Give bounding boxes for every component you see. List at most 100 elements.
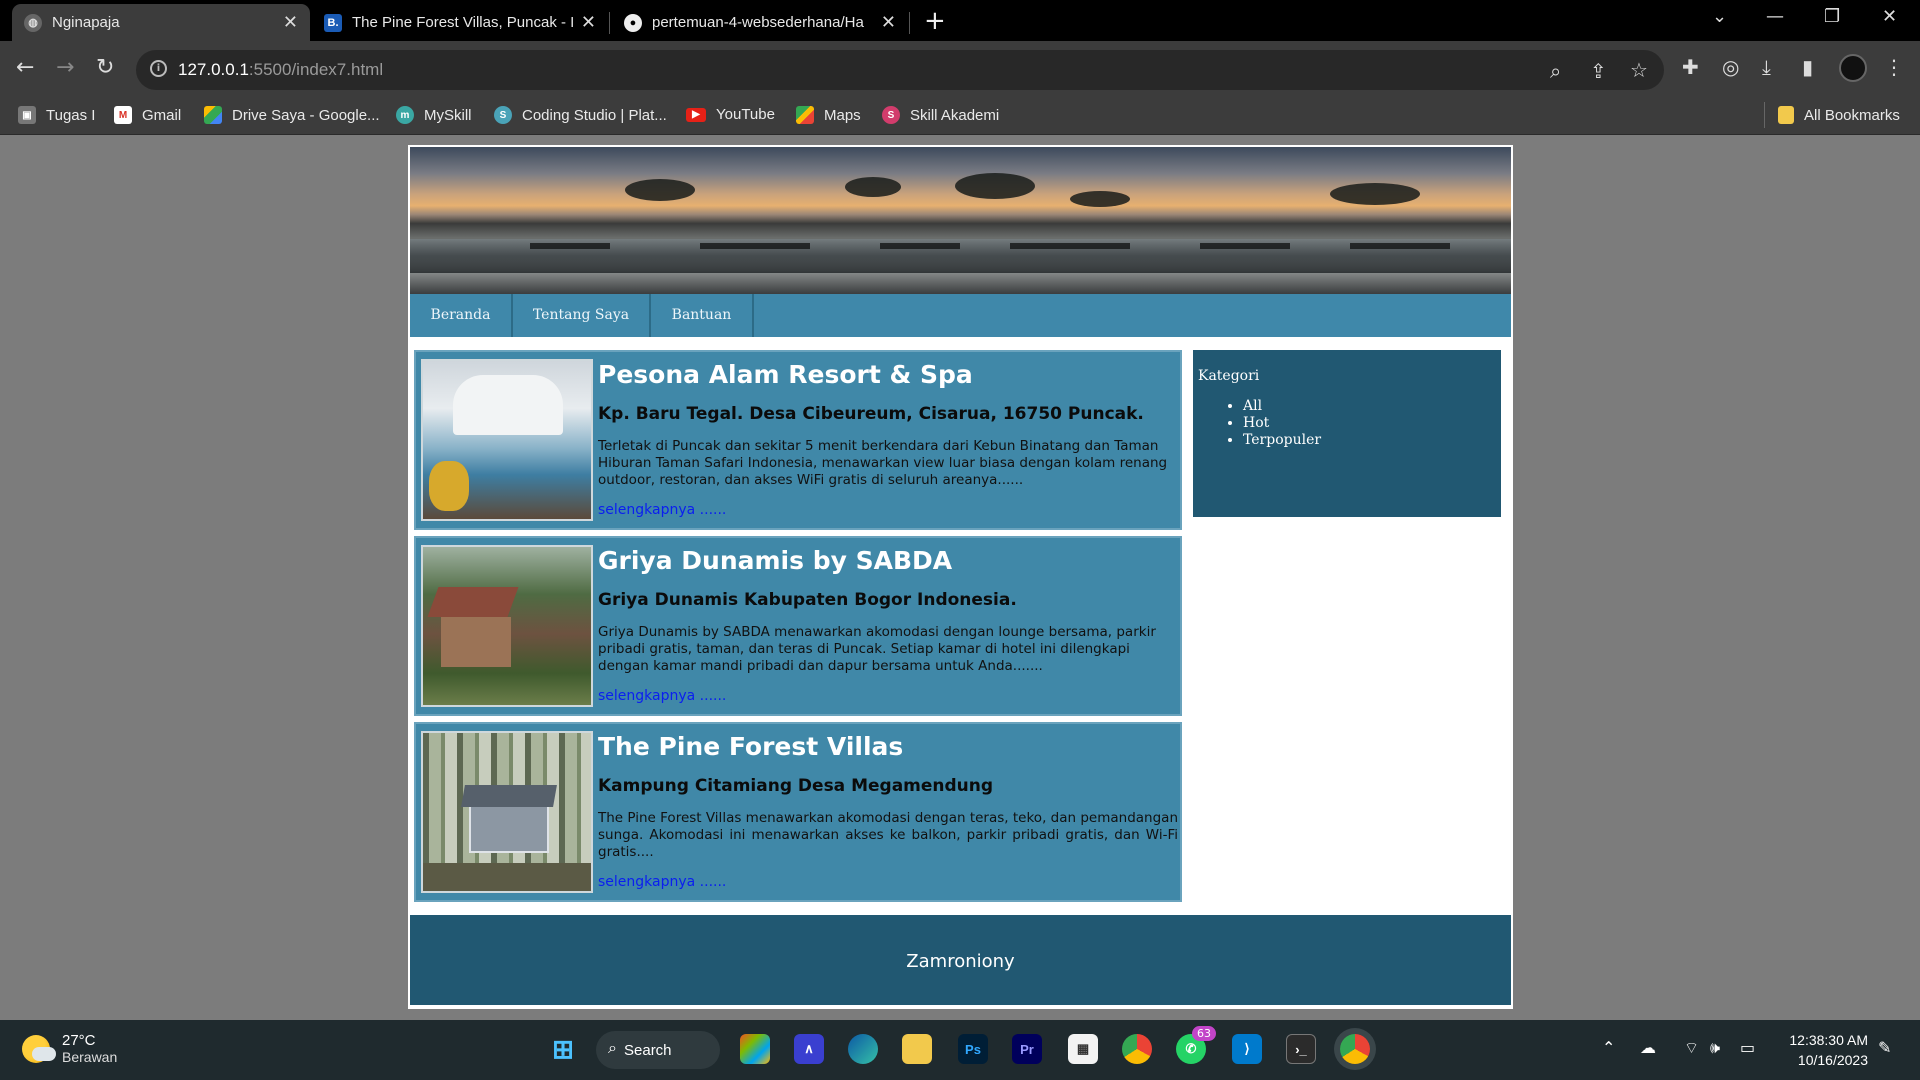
person-icon: ▣ [18, 106, 36, 124]
listing-description: Griya Dunamis by SABDA menawarkan akomod… [598, 624, 1156, 674]
wifi-icon[interactable]: ⌔ [1684, 1038, 1699, 1058]
url-text[interactable]: 127.0.0.1:5500/index7.html [178, 60, 383, 80]
tab-divider [609, 12, 610, 34]
download-icon[interactable]: ⤓ [1762, 55, 1771, 79]
bookmarks-divider [1764, 102, 1765, 128]
listing-address: Kampung Citamiang Desa Megamendung [598, 776, 994, 796]
extensions-icon[interactable]: ✚ [1682, 55, 1699, 79]
onedrive-icon[interactable]: ☁ [1640, 1038, 1656, 1057]
bookmark-drive[interactable]: Drive Saya - Google... [204, 106, 380, 124]
menu-kebab-icon[interactable]: ⋮ [1884, 55, 1904, 79]
side-panel-icon[interactable]: ▮ [1802, 55, 1813, 79]
bookmark-maps[interactable]: Maps [796, 106, 861, 124]
page-viewport: Beranda Tentang Saya Bantuan Pesona Alam… [0, 135, 1920, 1020]
visual-studio-icon[interactable]: ∧ [794, 1034, 824, 1064]
category-all[interactable]: All [1243, 398, 1321, 415]
youtube-icon: ▶ [686, 107, 706, 122]
close-tab-icon[interactable]: ✕ [283, 12, 298, 33]
address-bar[interactable]: i 127.0.0.1:5500/index7.html ⌕ ⇪ ☆ [136, 50, 1664, 90]
pool-edge [1200, 243, 1290, 249]
time: 12:38:30 AM [1789, 1032, 1868, 1048]
bookmark-gmail[interactable]: M Gmail [114, 106, 181, 124]
photoshop-icon[interactable]: Ps [958, 1034, 988, 1064]
menu-tentang-saya[interactable]: Tentang Saya [513, 294, 651, 337]
store-icon[interactable]: ▦ [1068, 1034, 1098, 1064]
all-bookmarks-label: All Bookmarks [1804, 106, 1900, 124]
category-hot[interactable]: Hot [1243, 415, 1321, 432]
category-terpopuler[interactable]: Terpopuler [1243, 432, 1321, 449]
close-tab-icon[interactable]: ✕ [581, 12, 596, 33]
minimize-icon[interactable]: — [1766, 6, 1784, 27]
tab-title: pertemuan-4-websederhana/Ha [652, 14, 864, 31]
tab-pine-forest[interactable]: B. The Pine Forest Villas, Puncak - I ✕ [312, 4, 608, 41]
show-hidden-icons[interactable]: ⌃ [1602, 1038, 1615, 1057]
close-window-icon[interactable]: ✕ [1882, 6, 1897, 27]
listing-card: Griya Dunamis by SABDA Griya Dunamis Kab… [414, 536, 1182, 716]
reload-icon[interactable]: ↻ [96, 55, 114, 80]
read-more-link[interactable]: selengkapnya ...... [598, 688, 726, 704]
tab-search-icon[interactable]: ⌄ [1712, 6, 1727, 27]
share-icon[interactable]: ⇪ [1590, 59, 1607, 83]
premiere-icon[interactable]: Pr [1012, 1034, 1042, 1064]
bookmark-star-icon[interactable]: ☆ [1630, 58, 1648, 82]
volume-icon[interactable]: 🕪 [1710, 1038, 1720, 1058]
taskbar: 27°C Berawan ⊞ ⌕ Search ∧ Ps Pr ▦ ✆ 63 ⟩… [0, 1020, 1920, 1080]
listing-title: Pesona Alam Resort & Spa [598, 360, 973, 389]
bookmark-coding-studio[interactable]: S Coding Studio | Plat... [494, 106, 667, 124]
bookmark-label: YouTube [716, 106, 775, 123]
notification-icon[interactable]: ✎ [1878, 1038, 1891, 1057]
url-host: 127.0.0.1 [178, 60, 249, 79]
date: 10/16/2023 [1797, 1052, 1868, 1068]
category-list: All Hot Terpopuler [1243, 398, 1321, 449]
bookmark-label: Tugas I [46, 106, 96, 124]
read-more-link[interactable]: selengkapnya ...... [598, 502, 726, 518]
category-sidebar: Kategori All Hot Terpopuler [1193, 350, 1501, 517]
close-tab-icon[interactable]: ✕ [881, 12, 896, 33]
pool-edge [1010, 243, 1130, 249]
partly-cloudy-icon [22, 1034, 56, 1063]
terminal-icon[interactable]: ›_ [1286, 1034, 1316, 1064]
tree-silhouette [625, 179, 695, 201]
browser-toolbar: ← → ↻ i 127.0.0.1:5500/index7.html ⌕ ⇪ ☆… [0, 41, 1920, 97]
bookmark-youtube[interactable]: ▶ YouTube [686, 106, 775, 123]
site-info-icon[interactable]: i [150, 60, 167, 77]
bookmark-skill-akademi[interactable]: S Skill Akademi [882, 106, 999, 124]
battery-icon[interactable]: ▭ [1740, 1038, 1755, 1057]
listing-title: Griya Dunamis by SABDA [598, 546, 953, 575]
new-tab-button[interactable]: + [924, 6, 946, 36]
extension-icon[interactable]: ◎ [1722, 55, 1739, 79]
zoom-icon[interactable]: ⌕ [1550, 59, 1561, 83]
codingstudio-icon: S [494, 106, 512, 124]
bookmark-label: Gmail [142, 106, 182, 124]
clock[interactable]: 12:38:30 AM 10/16/2023 [1770, 1030, 1868, 1070]
menu-beranda[interactable]: Beranda [410, 294, 513, 337]
read-more-link[interactable]: selengkapnya ...... [598, 874, 726, 890]
pool-edge [700, 243, 810, 249]
skillakademi-icon: S [882, 106, 900, 124]
tab-nginapaja[interactable]: ◍ Nginapaja ✕ [12, 4, 310, 41]
taskbar-search[interactable]: ⌕ Search [596, 1031, 720, 1069]
myskill-icon: m [396, 106, 414, 124]
page-container: Beranda Tentang Saya Bantuan Pesona Alam… [408, 145, 1513, 1009]
all-bookmarks[interactable]: All Bookmarks [1778, 106, 1900, 124]
windows-start-icon[interactable]: ⊞ [548, 1034, 578, 1064]
weather-condition: Berawan [62, 1049, 118, 1065]
vscode-icon[interactable]: ⟩ [1232, 1034, 1262, 1064]
back-icon[interactable]: ← [16, 55, 34, 80]
main-menu: Beranda Tentang Saya Bantuan [410, 294, 1511, 337]
copilot-icon[interactable] [740, 1034, 770, 1064]
chrome-icon[interactable] [1122, 1034, 1152, 1064]
chrome-active-icon[interactable] [1340, 1034, 1370, 1064]
pine-forest-photo [421, 731, 593, 893]
edge-icon[interactable] [848, 1034, 878, 1064]
profile-avatar[interactable] [1839, 54, 1867, 82]
menu-bantuan[interactable]: Bantuan [651, 294, 754, 337]
forward-icon[interactable]: → [56, 55, 74, 80]
bookmark-tugas[interactable]: ▣ Tugas I [18, 106, 95, 124]
tab-github[interactable]: ● pertemuan-4-websederhana/Ha ✕ [612, 4, 908, 41]
file-explorer-icon[interactable] [902, 1034, 932, 1064]
sidebar-heading: Kategori [1198, 368, 1260, 384]
bookmark-myskill[interactable]: m MySkill [396, 106, 472, 124]
restore-icon[interactable]: ❐ [1824, 6, 1840, 27]
weather-widget[interactable]: 27°C Berawan [22, 1032, 117, 1065]
